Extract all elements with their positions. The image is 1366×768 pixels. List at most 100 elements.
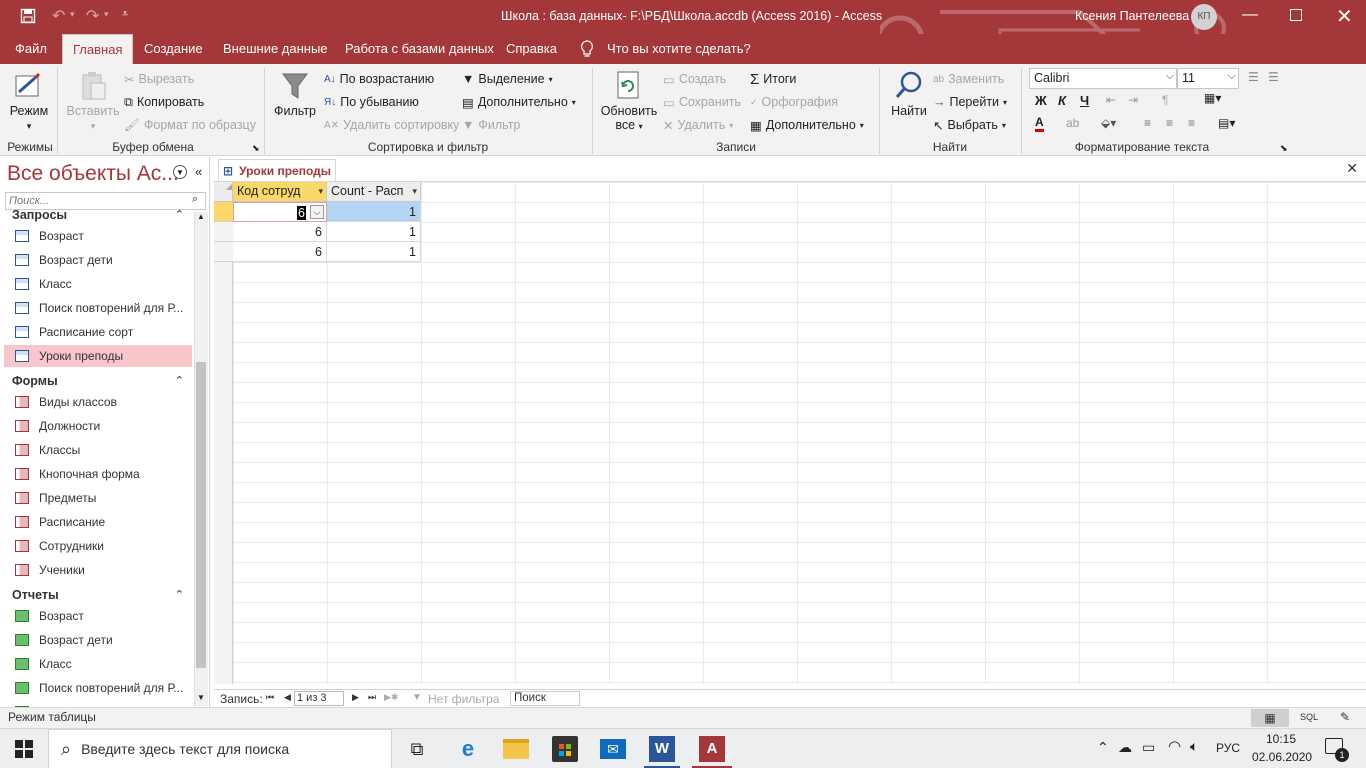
align-center-icon[interactable]: ≡ — [1166, 116, 1173, 130]
nav-item[interactable]: Возраст дети — [4, 629, 192, 651]
customize-qat-icon[interactable]: ⩡ — [122, 8, 128, 21]
record-selector[interactable] — [214, 222, 233, 242]
font-name-combo[interactable]: Calibri ⌵ — [1029, 68, 1177, 89]
nav-item[interactable]: Возраст — [4, 225, 192, 247]
nav-item[interactable]: Предметы — [4, 487, 192, 509]
datasheet-view-button[interactable]: ▦ — [1251, 709, 1289, 727]
next-record-icon[interactable]: ▶ — [352, 692, 359, 703]
underline-button[interactable]: Ч — [1080, 93, 1089, 108]
windows-start-icon[interactable] — [15, 740, 33, 761]
nav-item[interactable]: Кнопочная форма — [4, 463, 192, 485]
design-view-icon[interactable]: ✎ — [1340, 710, 1350, 724]
format-painter-button[interactable]: 🖌 Формат по образцу — [124, 115, 256, 135]
tray-chevron-up-icon[interactable]: ⌃ — [1097, 739, 1109, 756]
new-record-nav-icon[interactable]: ▶✱ — [384, 692, 398, 703]
totals-button[interactable]: Σ Итоги — [750, 69, 796, 89]
close-document-icon[interactable]: ✕ — [1346, 160, 1358, 177]
filter-button[interactable]: Фильтр — [272, 70, 318, 118]
mail-icon[interactable]: ✉ — [600, 739, 626, 759]
table-cell[interactable]: 1 — [327, 222, 421, 242]
task-view-icon[interactable]: ⧉ — [404, 736, 430, 762]
table-cell[interactable]: 6 — [233, 242, 327, 262]
nav-section-header[interactable]: Отчеты ⌃ — [4, 586, 192, 604]
more-records-button[interactable]: ▦ Дополнительно ▾ — [750, 115, 864, 135]
sql-view-button[interactable]: SQL — [1300, 712, 1318, 722]
column-header-count[interactable]: Count - Расп ▾ — [327, 182, 421, 202]
remove-sort-button[interactable]: A✕ Удалить сортировку — [324, 115, 459, 135]
goto-button[interactable]: → Перейти ▾ — [933, 92, 1007, 112]
advanced-filter-button[interactable]: ▤ Дополнительно ▾ — [462, 92, 576, 112]
nav-item[interactable]: Поиск повторений для Р... — [4, 677, 192, 699]
last-record-icon[interactable]: ⏭ — [368, 692, 376, 703]
nav-pane-title[interactable]: Все объекты Ac... — [7, 162, 179, 186]
undo-dropdown-icon[interactable]: ▾ — [70, 9, 75, 20]
increase-indent-icon[interactable]: ⇥ — [1128, 93, 1138, 107]
nav-item[interactable]: Сотрудники — [4, 535, 192, 557]
redo-dropdown-icon[interactable]: ▾ — [104, 9, 109, 20]
nav-item[interactable]: Класс — [4, 653, 192, 675]
cut-button[interactable]: ✂ Вырезать — [124, 69, 194, 89]
nav-item[interactable]: Расписание — [4, 511, 192, 533]
column-filter-dropdown-icon[interactable]: ▾ — [318, 182, 323, 201]
previous-record-icon[interactable]: ◀ — [284, 692, 291, 703]
font-size-combo[interactable]: 11 ⌵ — [1177, 68, 1239, 89]
select-button[interactable]: ↖ Выбрать ▾ — [933, 115, 1006, 135]
scroll-thumb[interactable] — [196, 362, 206, 668]
nav-section-header[interactable]: Запросы ⌃ — [4, 206, 192, 224]
italic-button[interactable]: К — [1058, 93, 1066, 108]
nav-item[interactable]: Должности — [4, 415, 192, 437]
collapse-pane-icon[interactable]: « — [195, 164, 202, 179]
nav-item[interactable]: Расписание сорт — [4, 321, 192, 343]
nav-item[interactable]: Возраст — [4, 605, 192, 627]
view-button[interactable]: Режим ▾ — [9, 70, 49, 132]
filter-status[interactable]: Нет фильтра — [428, 692, 500, 706]
clock-time[interactable]: 10:15 — [1266, 732, 1296, 746]
paste-button[interactable]: Вставить ▾ — [66, 70, 120, 132]
minimize-button[interactable]: — — [1242, 6, 1258, 24]
selection-button[interactable]: ▼ Выделение ▾ — [462, 69, 553, 89]
alternate-row-color-icon[interactable]: ▤▾ — [1218, 116, 1235, 130]
table-cell[interactable]: 1 — [327, 242, 421, 262]
bold-button[interactable]: Ж — [1035, 93, 1047, 108]
highlight-icon[interactable]: ab — [1066, 116, 1079, 130]
save-record-button[interactable]: ▭ Сохранить — [663, 92, 741, 112]
tell-me-input[interactable]: Что вы хотите сделать? — [607, 34, 751, 64]
scroll-down-icon[interactable]: ▼ — [197, 693, 205, 702]
edge-icon[interactable]: e — [455, 736, 481, 762]
sort-ascending-button[interactable]: A↓ По возрастанию — [324, 69, 434, 89]
file-explorer-icon[interactable] — [503, 739, 529, 759]
access-icon[interactable]: A — [699, 736, 725, 762]
align-left-icon[interactable]: ≡ — [1144, 116, 1151, 130]
store-icon[interactable] — [552, 736, 578, 762]
undo-icon[interactable]: ↶ — [52, 6, 65, 26]
nav-item[interactable]: Уроки преподы — [4, 345, 192, 367]
tab-create[interactable]: Создание — [144, 34, 203, 64]
collapse-section-icon[interactable]: ⌃ — [175, 586, 184, 604]
record-search-input[interactable]: Поиск — [510, 691, 580, 706]
replace-button[interactable]: ab Заменить — [933, 69, 1004, 89]
save-icon[interactable] — [20, 8, 36, 24]
tab-help[interactable]: Справка — [506, 34, 557, 64]
input-language[interactable]: РУС — [1216, 741, 1240, 755]
nav-scrollbar[interactable]: ▲ ▼ — [194, 212, 208, 706]
tab-file[interactable]: Файл — [15, 34, 47, 64]
wifi-icon[interactable]: ◠ — [1168, 737, 1181, 755]
redo-icon[interactable]: ↷ — [86, 6, 99, 26]
volume-icon[interactable]: 🔈︎ — [1190, 738, 1198, 755]
paragraph-direction-icon[interactable]: ¶ — [1162, 93, 1168, 107]
cell-combo-dropdown-icon[interactable]: ⌵ — [310, 205, 324, 219]
onedrive-icon[interactable]: ☁ — [1118, 739, 1132, 756]
tab-home[interactable]: Главная — [62, 34, 134, 64]
numbered-list-icon[interactable]: ☰ — [1268, 70, 1279, 84]
nav-item[interactable]: Виды классов — [4, 391, 192, 413]
record-position-input[interactable]: 1 из 3 — [294, 691, 344, 706]
nav-item[interactable]: Ученики — [4, 559, 192, 581]
word-icon[interactable]: W — [649, 736, 675, 762]
record-selector-current[interactable] — [214, 202, 233, 222]
new-record-button[interactable]: ▭ Создать — [663, 69, 726, 89]
align-right-icon[interactable]: ≡ — [1188, 116, 1195, 130]
toggle-filter-button[interactable]: ▼ Фильтр — [462, 115, 520, 135]
close-button[interactable]: ✕ — [1336, 4, 1353, 29]
document-tab[interactable]: ⊞ Уроки преподы — [218, 159, 336, 181]
battery-icon[interactable]: ▭ — [1142, 739, 1155, 756]
